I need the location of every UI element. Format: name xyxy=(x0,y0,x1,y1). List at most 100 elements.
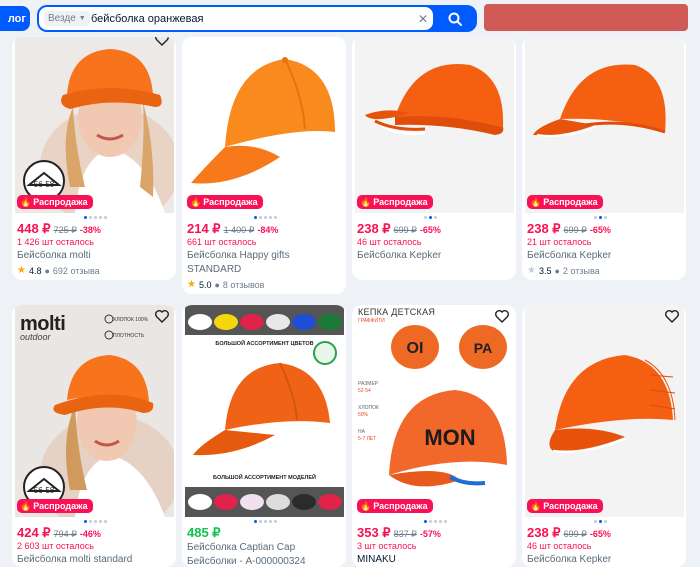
discount: -84% xyxy=(257,225,279,235)
product-image[interactable]: 🔥 Распродажа xyxy=(355,37,514,213)
fire-icon: 🔥 xyxy=(530,500,542,511)
sale-badge: 🔥 Распродажа xyxy=(17,195,93,209)
image-pager[interactable] xyxy=(424,520,447,523)
discount: -38% xyxy=(79,225,101,235)
svg-text:56-58: 56-58 xyxy=(34,180,55,189)
sale-badge: 🔥 Распродажа xyxy=(527,195,603,209)
old-price: 794 ₽ xyxy=(53,529,77,539)
comment-icon: ● xyxy=(554,265,560,276)
search-icon xyxy=(448,12,462,26)
price: 485 ₽ xyxy=(187,525,221,540)
image-pager[interactable] xyxy=(594,216,607,219)
search-bar: Везде ▼ ✕ xyxy=(37,5,477,32)
redacted-area xyxy=(484,4,688,31)
product-image[interactable]: molti outdoor ХЛОПОК 100% ПЛОТНОСТЬ 56-5… xyxy=(15,305,174,517)
old-price: 699 ₽ xyxy=(563,529,587,539)
price: 238 ₽ xyxy=(527,221,561,236)
discount: -65% xyxy=(589,225,611,235)
search-box: Везде ▼ ✕ xyxy=(39,7,433,30)
product-title[interactable]: Бейсболка molti xyxy=(17,249,172,263)
discount: -57% xyxy=(419,529,441,539)
banner-models: БОЛЬШОЙ АССОРТИМЕНТ МОДЕЛЕЙ xyxy=(213,475,316,481)
svg-text:PA: PA xyxy=(474,340,492,356)
comment-icon: ● xyxy=(44,265,50,276)
product-card[interactable]: 🔥 Распродажа 238 ₽ 699 ₽ -65% 46 шт остал… xyxy=(522,305,686,567)
product-card[interactable]: 🔥 Распродажа 238 ₽ 699 ₽ -65% 46 шт остал… xyxy=(352,37,516,280)
price-row: 424 ₽ 794 ₽ -46% xyxy=(17,525,101,541)
svg-text:OI: OI xyxy=(407,340,424,357)
old-price: 837 ₽ xyxy=(393,529,417,539)
product-image[interactable]: БОЛЬШОЙ АССОРТИМЕНТ ЦВЕТОВ БОЛЬШОЙ АССОР… xyxy=(185,305,344,517)
comment-icon: ● xyxy=(214,279,220,290)
catalog-button[interactable]: лог xyxy=(0,6,30,31)
search-input[interactable] xyxy=(91,7,401,30)
image-pager[interactable] xyxy=(84,520,107,523)
star-icon: ★ xyxy=(187,279,196,290)
rating: ★ 3.5 ● 2 отзыва xyxy=(527,265,600,276)
favorite-heart-icon[interactable] xyxy=(154,308,170,324)
price: 353 ₽ xyxy=(357,525,391,540)
search-scope-label: Везде xyxy=(48,13,76,24)
price: 214 ₽ xyxy=(187,221,221,236)
spec-cotton: ХЛОПОК 50% xyxy=(358,405,379,418)
old-price: 1 400 ₽ xyxy=(223,225,255,235)
fire-icon: 🔥 xyxy=(360,500,372,511)
price-row: 448 ₽ 725 ₽ -38% xyxy=(17,221,101,237)
price-row: 353 ₽ 837 ₽ -57% xyxy=(357,525,441,541)
fire-icon: 🔥 xyxy=(20,500,32,511)
star-icon: ★ xyxy=(527,265,536,276)
banner-colors: БОЛЬШОЙ АССОРТИМЕНТ ЦВЕТОВ xyxy=(215,341,314,347)
search-scope-select[interactable]: Везде ▼ xyxy=(44,11,90,26)
product-card[interactable]: БОЛЬШОЙ АССОРТИМЕНТ ЦВЕТОВ БОЛЬШОЙ АССОР… xyxy=(182,305,346,567)
favorite-heart-icon[interactable] xyxy=(494,308,510,324)
product-title[interactable]: Бейсболка Happy gifts STANDARD xyxy=(187,249,342,277)
chevron-down-icon: ▼ xyxy=(78,15,86,22)
product-image[interactable]: 56-58 🔥 Распродажа xyxy=(15,37,174,213)
sale-badge: 🔥 Распродажа xyxy=(357,499,433,513)
image-pager[interactable] xyxy=(84,216,107,219)
fire-icon: 🔥 xyxy=(530,196,542,207)
old-price: 699 ₽ xyxy=(563,225,587,235)
discount: -65% xyxy=(419,225,441,235)
product-title[interactable]: Бейсболка Kepker xyxy=(357,249,512,263)
svg-text:56-58: 56-58 xyxy=(34,486,55,495)
product-card[interactable]: molti outdoor ХЛОПОК 100% ПЛОТНОСТЬ 56-5… xyxy=(12,305,176,567)
stock-left: 46 шт осталось xyxy=(357,237,422,247)
rating: ★ 4.8 ● 692 отзыва xyxy=(17,265,100,276)
stock-left: 1 426 шт осталось xyxy=(17,237,94,247)
favorite-heart-icon[interactable] xyxy=(154,37,170,47)
product-card[interactable]: 🔥 Распродажа 238 ₽ 699 ₽ -65% 21 шт остал… xyxy=(522,37,686,280)
discount: -46% xyxy=(79,529,101,539)
fire-icon: 🔥 xyxy=(190,196,202,207)
product-title[interactable]: Бейсболка Kepker xyxy=(527,249,682,263)
clear-icon[interactable]: ✕ xyxy=(415,10,431,27)
old-price: 725 ₽ xyxy=(53,225,77,235)
header: лог Везде ▼ ✕ xyxy=(0,0,700,37)
image-pager[interactable] xyxy=(594,520,607,523)
image-pager[interactable] xyxy=(254,520,277,523)
product-image[interactable]: 🔥 Распродажа xyxy=(185,37,344,213)
image-pager[interactable] xyxy=(254,216,277,219)
price-row: 238 ₽ 699 ₽ -65% xyxy=(527,525,611,541)
image-pager[interactable] xyxy=(424,216,437,219)
rating: ★ 5.0 ● 8 отзывов xyxy=(187,279,265,290)
product-card[interactable]: 🔥 Распродажа 214 ₽ 1 400 ₽ -84% 661 шт ос… xyxy=(182,37,346,294)
stock-left: 2 603 шт осталось xyxy=(17,541,94,551)
price-row: 214 ₽ 1 400 ₽ -84% xyxy=(187,221,278,237)
product-card[interactable]: КЕПКА ДЕТСКАЯ ГРАФФИТИ OI PA MON РАЗМЕР 5… xyxy=(352,305,516,567)
price: 238 ₽ xyxy=(527,525,561,540)
discount: -65% xyxy=(589,529,611,539)
product-card[interactable]: 56-58 🔥 Распродажа 448 ₽ 725 ₽ -38% 1 426… xyxy=(12,37,176,280)
stock-left: 3 шт осталось xyxy=(357,541,417,551)
price: 238 ₽ xyxy=(357,221,391,236)
product-title[interactable]: Бейсболка Captian Cap xyxy=(187,541,342,555)
product-image[interactable]: 🔥 Распродажа xyxy=(525,305,684,517)
old-price: 699 ₽ xyxy=(393,225,417,235)
product-subtitle: Бейсболки - А-000000324 xyxy=(187,556,306,567)
product-image[interactable]: КЕПКА ДЕТСКАЯ ГРАФФИТИ OI PA MON РАЗМЕР 5… xyxy=(355,305,514,517)
search-button[interactable] xyxy=(436,7,474,30)
price-row: 238 ₽ 699 ₽ -65% xyxy=(527,221,611,237)
product-image[interactable]: 🔥 Распродажа xyxy=(525,37,684,213)
price-row: 238 ₽ 699 ₽ -65% xyxy=(357,221,441,237)
favorite-heart-icon[interactable] xyxy=(664,308,680,324)
